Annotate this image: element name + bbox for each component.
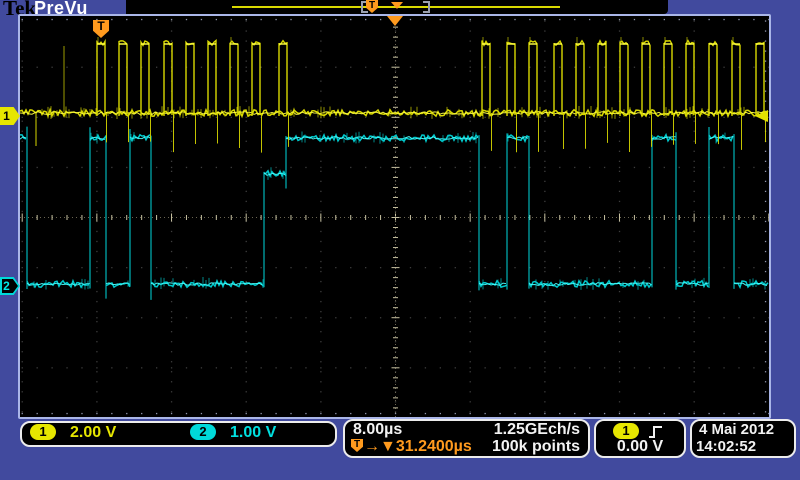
delay-value: 31.2400µs	[395, 438, 472, 455]
expansion-triangle-icon	[387, 16, 403, 26]
record-expansion-triangle-icon	[391, 2, 403, 9]
triangle-down-icon: ▼	[380, 438, 396, 455]
arrow-right-icon: →	[364, 438, 380, 455]
waveform-svg	[20, 16, 769, 417]
trigger-level-arrow-icon	[755, 110, 768, 122]
trigger-source-badge: 1	[613, 423, 639, 439]
record-length-value: 100k points	[491, 438, 580, 455]
record-view-bar: T	[126, 0, 668, 14]
timebase-value: 8.00µs	[353, 421, 403, 438]
ch1-scale-badge: 1	[30, 424, 56, 440]
date-value: 4 Mai 2012	[699, 421, 775, 438]
channel-scales-box: 1 2.00 V 2 1.00 V	[20, 421, 337, 447]
delay-readout: →▼31.2400µs	[364, 438, 472, 456]
trigger-level-value: 0.00 V	[616, 438, 664, 455]
datetime-box: 4 Mai 2012 14:02:52	[690, 419, 796, 458]
ch1-reference-badge: 1	[0, 107, 20, 125]
ch2-scale-value: 1.00 V	[230, 424, 277, 441]
ch2-reference-badge: 2	[0, 277, 20, 295]
plot-area: T	[18, 14, 771, 419]
record-window-bracket-right	[423, 1, 430, 13]
trigger-box: 1 0.00 V	[594, 419, 686, 458]
ch2-scale-badge: 2	[190, 424, 216, 440]
time-value: 14:02:52	[696, 438, 757, 455]
sample-rate-value: 1.25GEch/s	[493, 421, 580, 438]
oscilloscope-screen: Tek PreVu T T 1 2 1 2.00 V 2 1.00 V 8.00…	[0, 0, 800, 480]
horizontal-box: 8.00µs 1.25GEch/s T →▼31.2400µs 100k poi…	[343, 419, 590, 458]
ch1-scale-value: 2.00 V	[70, 424, 117, 441]
delay-trigger-t-icon: T	[351, 439, 363, 452]
